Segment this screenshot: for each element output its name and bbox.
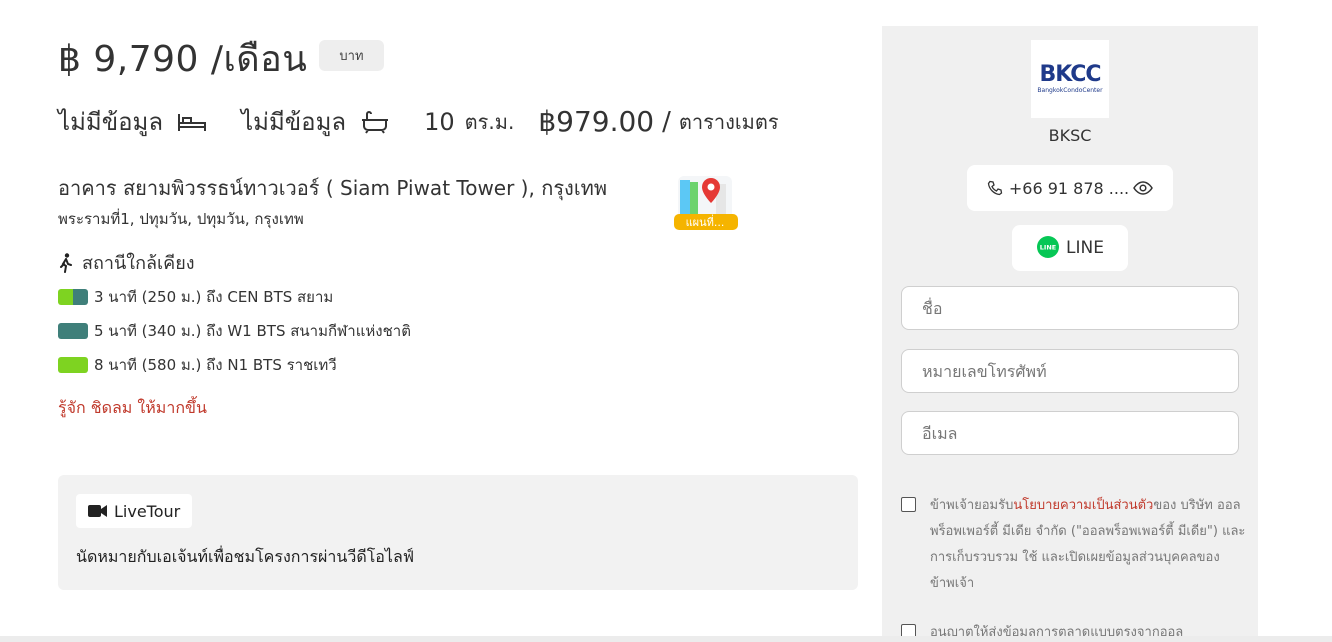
name-field[interactable] bbox=[901, 286, 1239, 330]
livetour-button[interactable]: LiveTour bbox=[76, 494, 193, 528]
page-divider bbox=[0, 636, 1332, 642]
phone-field[interactable] bbox=[901, 349, 1239, 393]
currency-selector[interactable]: บาท bbox=[319, 40, 384, 71]
consent-prefix: ข้าพเจ้ายอมรับ bbox=[930, 498, 1014, 513]
price-per-sqm-unit: ตารางเมตร bbox=[678, 109, 779, 134]
logo-subtext: BangkokCondoCenter bbox=[1037, 87, 1103, 94]
walking-person-icon bbox=[58, 252, 74, 273]
learn-more-link[interactable]: รู้จัก ชิดลม ให้มากขึ้น bbox=[58, 396, 207, 421]
line-label: LINE bbox=[1066, 238, 1104, 258]
station-text: 3 นาที (250 ม.) ถึง CEN BTS สยาม bbox=[94, 288, 334, 306]
privacy-consent-text: ข้าพเจ้ายอมรับนโยบายความเป็นส่วนตัวของ บ… bbox=[930, 493, 1248, 597]
line-button[interactable]: LINE LINE bbox=[1012, 225, 1128, 271]
email-field[interactable] bbox=[901, 411, 1239, 455]
livetour-label: LiveTour bbox=[114, 501, 181, 521]
video-camera-icon bbox=[88, 504, 108, 518]
station-text: 5 นาที (340 ม.) ถึง W1 BTS สนามกีฬาแห่งช… bbox=[94, 322, 411, 340]
show-phone-button[interactable]: +66 91 878 .... bbox=[967, 165, 1173, 211]
nearby-title: สถานีใกล้เคียง bbox=[58, 248, 195, 277]
line-color-swatch bbox=[58, 323, 88, 339]
agent-contact-panel: BKCC BangkokCondoCenter BKSC +66 91 878 … bbox=[882, 26, 1258, 642]
station-item: 5 นาที (340 ม.) ถึง W1 BTS สนามกีฬาแห่งช… bbox=[58, 319, 411, 343]
map-icon[interactable]: แผนที่... bbox=[672, 168, 738, 234]
agent-logo: BKCC BangkokCondoCenter bbox=[1031, 40, 1109, 118]
price-per-sqm-slash: / bbox=[662, 106, 671, 137]
livetour-description: นัดหมายกับเอเจ้นท์เพื่อชมโครงการผ่านวีดี… bbox=[76, 547, 415, 566]
agent-name: BKSC bbox=[1048, 126, 1092, 145]
area-unit: ตร.ม. bbox=[464, 109, 515, 134]
privacy-policy-link[interactable]: นโยบายความเป็นส่วนตัว bbox=[1013, 498, 1153, 513]
privacy-consent-checkbox[interactable] bbox=[901, 497, 916, 512]
line-color-swatch bbox=[58, 357, 88, 373]
map-label: แผนที่... bbox=[686, 214, 725, 229]
line-icon: LINE bbox=[1036, 236, 1060, 260]
price-row: ฿ 9,790 /เดือน บาท bbox=[58, 30, 384, 87]
phone-icon bbox=[987, 180, 1003, 196]
svg-text:LINE: LINE bbox=[1040, 244, 1056, 252]
logo-text: BKCC bbox=[1039, 62, 1101, 87]
line-color-swatch bbox=[58, 289, 88, 305]
nearby-title-label: สถานีใกล้เคียง bbox=[82, 253, 195, 274]
eye-icon bbox=[1133, 181, 1153, 195]
phone-number: +66 91 878 .... bbox=[1008, 178, 1130, 198]
station-item: 3 นาที (250 ม.) ถึง CEN BTS สยาม bbox=[58, 285, 333, 309]
address: พระรามที่1, ปทุมวัน, ปทุมวัน, กรุงเทพ bbox=[58, 210, 304, 228]
building-name: อาคาร สยามพิวรรธน์ทาวเวอร์ ( Siam Piwat … bbox=[58, 176, 608, 200]
livetour-panel: LiveTour นัดหมายกับเอเจ้นท์เพื่อชมโครงกา… bbox=[58, 475, 858, 590]
bedrooms-value: ไม่มีข้อมูล bbox=[58, 108, 164, 136]
specs-row: ไม่มีข้อมูล ไม่มีข้อมูล 10 ตร.ม. ฿979.00… bbox=[58, 102, 779, 141]
station-item: 8 นาที (580 ม.) ถึง N1 BTS ราชเทวี bbox=[58, 353, 337, 377]
privacy-consent: ข้าพเจ้ายอมรับนโยบายความเป็นส่วนตัวของ บ… bbox=[901, 493, 1248, 597]
station-text: 8 นาที (580 ม.) ถึง N1 BTS ราชเทวี bbox=[94, 356, 337, 374]
price-per-sqm: ฿979.00 bbox=[538, 105, 655, 138]
bed-icon bbox=[177, 111, 207, 133]
bathtub-icon bbox=[360, 110, 390, 134]
price: ฿ 9,790 /เดือน bbox=[58, 39, 308, 80]
area-value: 10 bbox=[424, 107, 455, 136]
bathrooms-value: ไม่มีข้อมูล bbox=[241, 108, 347, 136]
